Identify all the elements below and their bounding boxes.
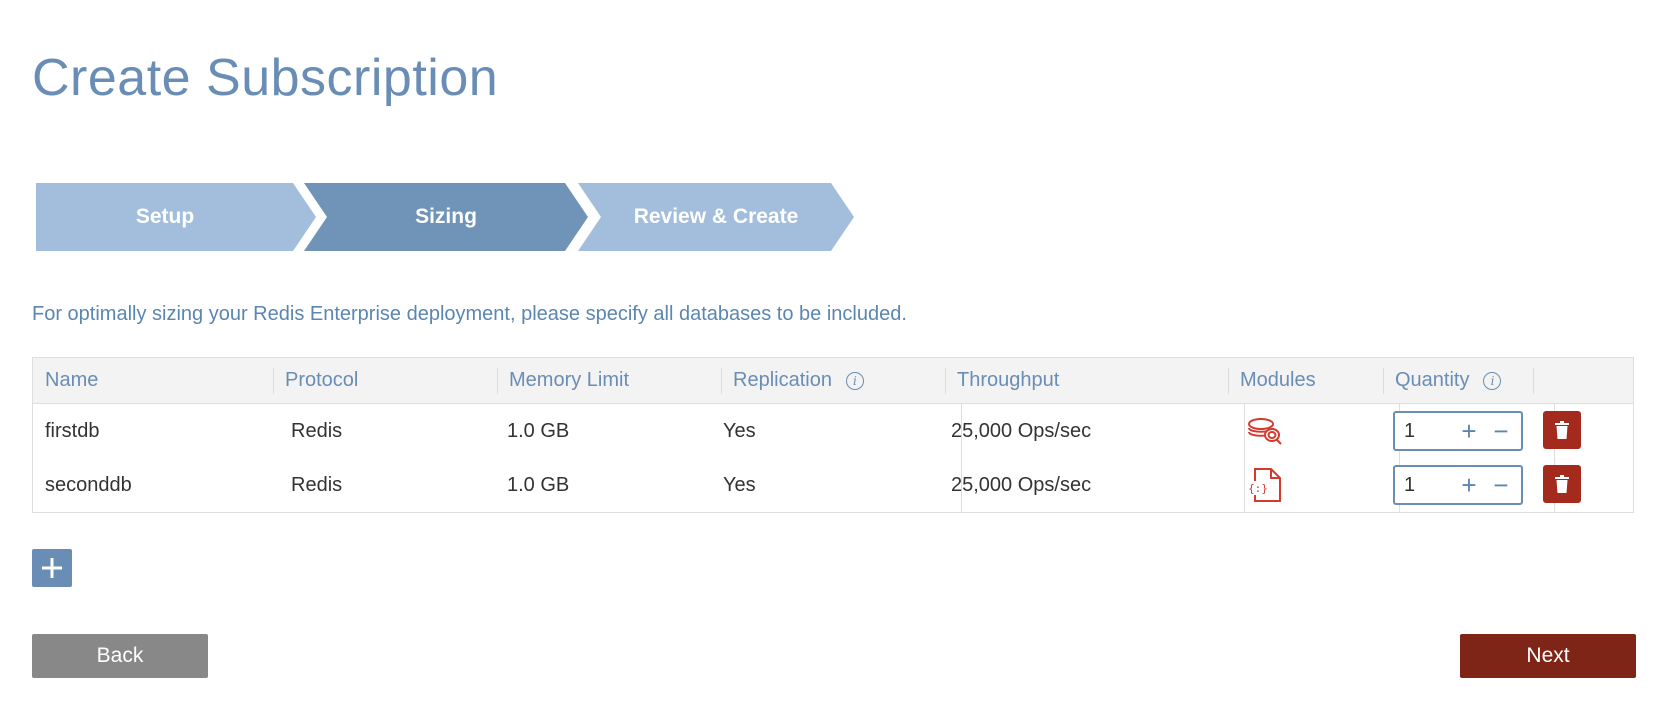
quantity-value[interactable]: 1	[1395, 474, 1453, 497]
next-button[interactable]: Next	[1460, 634, 1636, 678]
trash-icon	[1555, 421, 1569, 439]
column-header-replication: Replication i	[721, 358, 933, 403]
db-memory-limit: 1.0 GB	[507, 473, 570, 496]
trash-icon	[1555, 475, 1569, 493]
table-header: Name Protocol Memory Limit Replication i…	[33, 358, 1633, 404]
step-setup[interactable]: Setup	[36, 183, 316, 251]
db-throughput: 25,000 Ops/sec	[951, 473, 1092, 496]
increment-button[interactable]: +	[1453, 467, 1485, 503]
replication-info-icon[interactable]: i	[845, 371, 864, 390]
column-header-protocol: Protocol	[285, 369, 359, 391]
back-button[interactable]: Back	[32, 634, 208, 678]
redis-search-icon[interactable]	[1245, 412, 1285, 450]
quantity-stepper[interactable]: 1 + −	[1393, 465, 1523, 505]
quantity-value[interactable]: 1	[1395, 420, 1453, 443]
db-replication: Yes	[723, 473, 756, 496]
table-row: firstdb Redis 1.0 GB Yes 25,000 Ops/sec …	[33, 404, 1633, 458]
db-protocol: Redis	[291, 473, 343, 496]
db-name: firstdb	[45, 419, 100, 442]
step-label: Setup	[135, 205, 195, 228]
increment-button[interactable]: +	[1453, 413, 1485, 449]
quantity-info-icon[interactable]: i	[1483, 371, 1502, 390]
step-label: Sizing	[415, 205, 477, 228]
plus-icon	[42, 558, 62, 578]
column-header-throughput: Throughput	[957, 369, 1060, 391]
decrement-button[interactable]: −	[1485, 413, 1517, 449]
redis-json-icon[interactable]: {:}	[1245, 466, 1285, 504]
db-protocol: Redis	[291, 419, 343, 442]
step-sizing[interactable]: Sizing	[304, 183, 588, 251]
page-title: Create Subscription	[32, 49, 499, 107]
decrement-button[interactable]: −	[1485, 467, 1517, 503]
sizing-instruction: For optimally sizing your Redis Enterpri…	[32, 303, 907, 325]
column-header-quantity: Quantity i	[1383, 358, 1533, 403]
svg-text:{:}: {:}	[1248, 482, 1268, 495]
add-database-button[interactable]	[32, 549, 72, 587]
column-header-name: Name	[45, 369, 99, 391]
column-header-memory-limit: Memory Limit	[509, 369, 630, 391]
db-throughput: 25,000 Ops/sec	[951, 419, 1092, 442]
column-header-modules: Modules	[1240, 369, 1316, 391]
db-name: seconddb	[45, 473, 132, 496]
wizard-stepper: Setup Sizing Review & Create	[36, 183, 854, 251]
delete-row-button[interactable]	[1543, 465, 1581, 503]
quantity-stepper[interactable]: 1 + −	[1393, 411, 1523, 451]
db-memory-limit: 1.0 GB	[507, 419, 570, 442]
step-label: Review & Create	[633, 205, 799, 228]
delete-row-button[interactable]	[1543, 411, 1581, 449]
step-review-create[interactable]: Review & Create	[578, 183, 854, 251]
db-replication: Yes	[723, 419, 756, 442]
databases-table: Name Protocol Memory Limit Replication i…	[32, 357, 1634, 513]
table-row: seconddb Redis 1.0 GB Yes 25,000 Ops/sec…	[33, 458, 1633, 512]
